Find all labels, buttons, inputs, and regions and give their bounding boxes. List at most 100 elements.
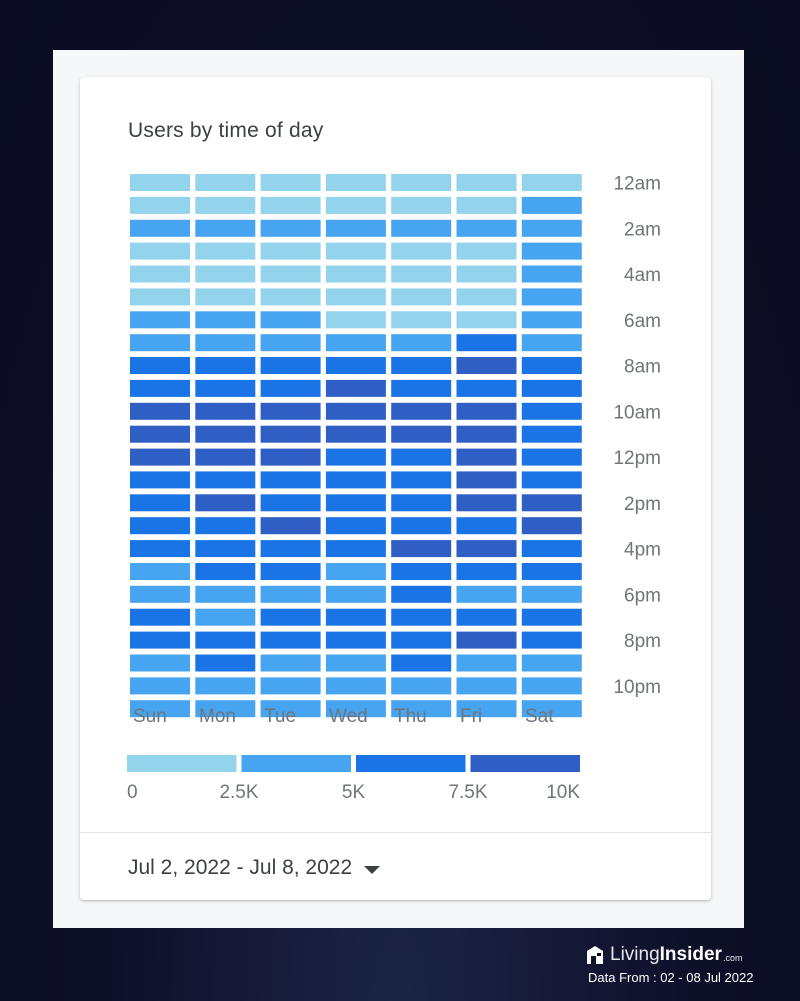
heatmap-cell-mon-3pm (195, 517, 256, 535)
heatmap-cell-thu-4am (391, 265, 452, 283)
heatmap-cell-tue-2pm (260, 494, 321, 512)
legend-label: 0 (127, 782, 138, 803)
heatmap-cell-mon-10pm (195, 677, 256, 695)
legend-label: 10K (546, 782, 580, 803)
date-range-label: Jul 2, 2022 - Jul 8, 2022 (128, 856, 353, 879)
house-logo-icon (587, 946, 603, 964)
heatmap-cell-wed-10pm (325, 677, 386, 695)
heatmap-cell-mon-12pm (195, 448, 256, 466)
heatmap-cell-tue-7am (260, 334, 321, 352)
heatmap-cell-mon-8am (195, 357, 256, 374)
heatmap-cell-wed-6am (325, 311, 386, 329)
heatmap-cell-wed-10am (325, 402, 386, 420)
heatmap-cell-tue-4am (260, 265, 321, 283)
heatmap-cell-mon-9am (195, 379, 256, 397)
y-tick-label: 12pm (613, 448, 661, 469)
heatmap-cell-sun-1pm (130, 471, 190, 489)
heatmap-cell-sat-5pm (521, 563, 582, 580)
y-tick-label: 6pm (624, 585, 661, 606)
y-tick-label: 10pm (613, 677, 661, 698)
heatmap-cell-sun-1am (130, 196, 190, 214)
heatmap-cell-sun-7am (130, 334, 190, 352)
legend-swatch (241, 755, 351, 772)
heatmap-cell-wed-6pm (325, 585, 386, 603)
x-tick-label: Fri (460, 706, 482, 727)
heatmap-cell-sun-8am (130, 357, 190, 374)
y-tick-label: 4am (624, 265, 661, 286)
x-tick-label: Sun (133, 706, 167, 727)
heatmap-cell-sat-2pm (521, 494, 582, 512)
heatmap-cell-mon-9pm (195, 654, 256, 672)
heatmap-cell-wed-5am (325, 288, 386, 306)
heatmap-cell-sat-6am (521, 311, 582, 329)
brand-name-suffix: .com (722, 953, 743, 963)
heatmap-cell-tue-12pm (260, 448, 321, 466)
heatmap-cell-sun-9pm (130, 654, 190, 672)
heatmap-cell-mon-5pm (195, 563, 256, 580)
heatmap-cell-fri-9pm (456, 654, 517, 672)
heatmap-cell-thu-10am (391, 402, 452, 420)
heatmap-cell-wed-8am (325, 357, 386, 374)
y-tick-label: 6am (624, 311, 661, 332)
x-tick-label: Wed (329, 706, 368, 727)
heatmap-cell-sat-7am (521, 334, 582, 352)
heatmap-cell-fri-6pm (456, 585, 517, 603)
y-tick-label: 10am (613, 402, 661, 423)
heatmap-cell-fri-2pm (456, 494, 517, 512)
heatmap-cell-thu-9pm (391, 654, 452, 672)
heatmap-cell-thu-6am (391, 311, 452, 329)
users-by-time-card: Users by time of day 12am 2am 4am 6am 8am 10a… (80, 77, 711, 900)
heatmap-cell-fri-3pm (456, 517, 517, 535)
card-divider (80, 832, 711, 833)
heatmap-cell-fri-2am (456, 219, 517, 237)
heatmap-cell-tue-3pm (260, 517, 321, 535)
heatmap-cell-fri-4am (456, 265, 517, 283)
heatmap-cell-sat-1pm (521, 471, 582, 489)
heatmap-cell-mon-1am (195, 196, 256, 214)
heatmap-cell-thu-11am (391, 425, 452, 443)
heatmap-cell-sat-12am (521, 174, 582, 191)
heatmap-cell-tue-7pm (260, 608, 321, 626)
heatmap-cell-thu-5am (391, 288, 452, 306)
heatmap-cell-sun-6pm (130, 585, 190, 603)
heatmap-cell-mon-11am (195, 425, 256, 443)
heatmap-cell-thu-4pm (391, 540, 452, 558)
heatmap-cell-wed-11am (325, 425, 386, 443)
heatmap-cell-tue-5am (260, 288, 321, 306)
heatmap-cell-sat-3am (521, 242, 582, 260)
heatmap-cell-sat-9pm (521, 654, 582, 672)
heatmap-cell-thu-5pm (391, 563, 452, 580)
brand-footer: Living Insider .com Data From : 02 - 08 … (585, 938, 785, 985)
heatmap-cell-sat-2am (521, 219, 582, 237)
heatmap-cell-wed-3am (325, 242, 386, 260)
caret-down-icon (364, 865, 381, 874)
x-tick-label: Thu (394, 706, 427, 727)
heatmap-cell-fri-12am (456, 174, 517, 191)
legend-swatch (356, 755, 466, 772)
heatmap-cell-tue-8am (260, 357, 321, 374)
heatmap-cell-wed-9pm (325, 654, 386, 672)
heatmap-cell-fri-11am (456, 425, 517, 443)
y-tick-label: 12am (613, 174, 661, 195)
heatmap-cell-mon-1pm (195, 471, 256, 489)
heatmap-cell-wed-12am (325, 174, 386, 191)
heatmap-cell-fri-6am (456, 311, 517, 329)
date-range-selector[interactable]: Jul 2, 2022 - Jul 8, 2022 (128, 853, 381, 883)
heatmap-cell-thu-1am (391, 196, 452, 214)
heatmap-cell-thu-8pm (391, 631, 452, 649)
heatmap-cell-fri-7am (456, 334, 517, 352)
heatmap-cell-tue-8pm (260, 631, 321, 649)
heatmap-cell-sun-10pm (130, 677, 190, 695)
heatmap-cell-thu-6pm (391, 585, 452, 603)
heatmap-cell-tue-9pm (260, 654, 321, 672)
heatmap-cell-sat-4pm (521, 540, 582, 558)
heatmap-cell-tue-1pm (260, 471, 321, 489)
heatmap-cell-mon-10am (195, 402, 256, 420)
heatmap-cell-wed-8pm (325, 631, 386, 649)
heatmap-cell-sun-12am (130, 174, 190, 191)
heatmap-cell-mon-3am (195, 242, 256, 260)
heatmap-cell-tue-9am (260, 379, 321, 397)
heatmap-cell-sun-5am (130, 288, 190, 306)
heatmap-cell-wed-3pm (325, 517, 386, 535)
heatmap-cell-mon-7am (195, 334, 256, 352)
